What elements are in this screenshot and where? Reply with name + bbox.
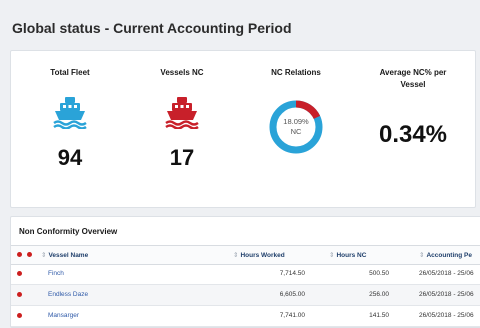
sort-icon: ⇕ bbox=[41, 252, 47, 259]
column-header-hours-nc[interactable]: ⇕ Hours NC bbox=[329, 251, 366, 259]
total-fleet-card: Total Fleet 94 bbox=[25, 51, 115, 207]
vessels-nc-card: Vessels NC 17 bbox=[137, 51, 227, 207]
average-nc-title: Average NC% per Vessel bbox=[361, 67, 465, 91]
status-dot-icon bbox=[17, 292, 22, 297]
nc-relations-donut: 18.09% NC bbox=[268, 99, 324, 155]
ship-icon bbox=[165, 97, 199, 129]
non-conformity-panel: Non Conformity Overview ⇕ Vessel Name ⇕ Ho… bbox=[10, 216, 480, 328]
average-nc-value: 0.34% bbox=[378, 121, 448, 148]
donut-label: 18.09% NC bbox=[268, 117, 324, 137]
global-status-panel: Total Fleet 94 Vessels NC 17 NC Relation… bbox=[10, 50, 476, 208]
status-dot-icon bbox=[17, 313, 22, 318]
column-header-vessel-name[interactable]: ⇕ Vessel Name bbox=[41, 251, 88, 259]
donut-sub-label: NC bbox=[290, 127, 302, 136]
average-nc-title-line2: Vessel bbox=[400, 80, 426, 89]
column-label: Vessel Name bbox=[48, 252, 89, 259]
nc-relations-card: NC Relations 18.09% NC bbox=[251, 51, 341, 207]
hours-worked-cell: 6,605.00 bbox=[279, 291, 305, 298]
average-nc-card: Average NC% per Vessel 0.34% bbox=[361, 51, 465, 207]
status-dot-icon bbox=[17, 252, 22, 257]
accounting-period-cell: 26/05/2018 - 25/06 bbox=[419, 312, 474, 319]
hours-nc-cell: 256.00 bbox=[369, 291, 389, 298]
donut-percent: 18.09% bbox=[283, 117, 309, 126]
status-dot-icon bbox=[27, 252, 32, 257]
vessel-name-link[interactable]: Endless Daze bbox=[48, 291, 88, 298]
sort-icon: ⇕ bbox=[329, 252, 335, 259]
vessels-nc-title: Vessels NC bbox=[160, 68, 204, 77]
table-header: ⇕ Vessel Name ⇕ Hours Worked ⇕ Hours NC ⇕ Ac… bbox=[11, 245, 480, 265]
accounting-period-cell: 26/05/2018 - 25/06 bbox=[419, 270, 474, 277]
column-label: Hours Worked bbox=[240, 252, 285, 259]
table-row[interactable]: Endless Daze 6,605.00 256.00 26/05/2018 … bbox=[11, 285, 480, 306]
vessels-nc-value: 17 bbox=[169, 145, 195, 170]
accounting-period-cell: 26/05/2018 - 25/06 bbox=[419, 291, 474, 298]
average-nc-title-line1: Average NC% per bbox=[379, 68, 447, 77]
page-title: Global status - Current Accounting Perio… bbox=[12, 20, 292, 36]
hours-nc-cell: 500.50 bbox=[369, 270, 389, 277]
sort-icon: ⇕ bbox=[233, 252, 239, 259]
ship-icon bbox=[53, 97, 87, 129]
hours-nc-cell: 141.50 bbox=[369, 312, 389, 319]
table-row[interactable]: Mansarger 7,741.00 141.50 26/05/2018 - 2… bbox=[11, 306, 480, 327]
column-header-accounting-period[interactable]: ⇕ Accounting Pe bbox=[419, 251, 472, 259]
nc-relations-title: NC Relations bbox=[271, 68, 321, 77]
total-fleet-title: Total Fleet bbox=[50, 68, 90, 77]
column-label: Accounting Pe bbox=[426, 252, 472, 259]
status-dot-icon bbox=[17, 271, 22, 276]
vessel-name-link[interactable]: Mansarger bbox=[48, 312, 79, 319]
table-row[interactable]: Finch 7,714.50 500.50 26/05/2018 - 25/06 bbox=[11, 264, 480, 285]
table-title: Non Conformity Overview bbox=[19, 227, 118, 236]
hours-worked-cell: 7,714.50 bbox=[279, 270, 305, 277]
hours-worked-cell: 7,741.00 bbox=[279, 312, 305, 319]
column-label: Hours NC bbox=[336, 252, 367, 259]
column-header-hours-worked[interactable]: ⇕ Hours Worked bbox=[233, 251, 285, 259]
total-fleet-value: 94 bbox=[57, 145, 83, 170]
vessel-name-link[interactable]: Finch bbox=[48, 270, 64, 277]
sort-icon: ⇕ bbox=[419, 252, 425, 259]
